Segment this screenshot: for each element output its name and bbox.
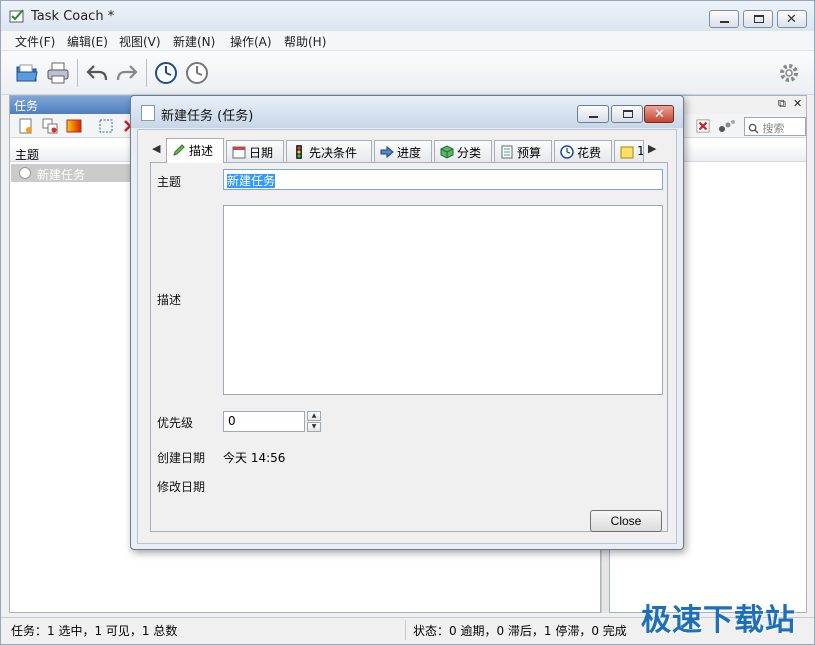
status-separator [405, 620, 406, 640]
menu-new[interactable]: 新建(N) [173, 33, 215, 50]
open-folder-icon[interactable] [15, 61, 39, 85]
settings-gear-icon[interactable] [777, 61, 801, 85]
priority-input[interactable]: 0 [223, 411, 305, 432]
budget-sheet-icon [501, 145, 513, 159]
new-subtask-icon[interactable] [42, 118, 58, 134]
subject-input[interactable]: 新建任务 [223, 169, 663, 190]
menubar: 文件(F) 编辑(E) 视图(V) 新建(N) 操作(A) 帮助(H) [1, 31, 814, 51]
column-header-subject[interactable]: 主题 [10, 144, 135, 162]
undo-icon[interactable] [85, 61, 109, 85]
dialog-title: 新建任务 (任务) [161, 109, 254, 124]
menu-view[interactable]: 视图(V) [119, 33, 161, 50]
minimize-button[interactable] [709, 10, 739, 28]
dialog-minimize-button[interactable] [577, 105, 609, 123]
calendar-icon [232, 146, 246, 159]
description-label: 描述 [157, 293, 182, 307]
toolbar-separator [77, 59, 78, 87]
print-icon[interactable] [46, 61, 70, 85]
float-panel-icon[interactable]: ⧉ [778, 97, 786, 111]
description-textarea[interactable] [223, 205, 663, 395]
task-row[interactable]: 新建任务 [11, 164, 133, 182]
tab-categories[interactable]: 分类 [434, 140, 492, 162]
subject-label: 主题 [157, 175, 182, 189]
description-tab-content: 主题 新建任务 描述 优先级 0 ▲ ▼ 创建日期 今天 14:56 修改日期 [150, 162, 668, 532]
dialog-maximize-button[interactable] [611, 105, 643, 123]
tab-strip: ◀ 描述 日期 先决条件 进度 分类 预算 花费 1 ▶ [150, 138, 670, 163]
category-box-icon [440, 145, 454, 159]
tab-effort[interactable]: 花费 [554, 140, 612, 162]
tab-description[interactable]: 描述 [166, 138, 224, 163]
subject-selected-text: 新建任务 [227, 174, 276, 188]
new-task-icon[interactable] [18, 118, 34, 134]
tab-dates[interactable]: 日期 [226, 140, 284, 162]
stop-tracking-clock-icon[interactable] [185, 61, 209, 85]
color-gradient-icon[interactable] [66, 118, 82, 134]
close-panel-icon[interactable]: ✕ [793, 97, 802, 110]
redo-icon[interactable] [115, 61, 139, 85]
task-coach-app-icon [9, 9, 24, 23]
modified-date-label: 修改日期 [157, 480, 206, 494]
tab-label: 分类 [457, 146, 482, 160]
tab-progress[interactable]: 进度 [374, 140, 432, 162]
tab-label: 先决条件 [309, 146, 358, 160]
task-document-icon [141, 105, 155, 121]
start-tracking-clock-icon[interactable] [154, 61, 178, 85]
tab-budget[interactable]: 预算 [494, 140, 552, 162]
dialog-body: ◀ 描述 日期 先决条件 进度 分类 预算 花费 1 ▶ 主题 新建任务 描述 … [137, 129, 677, 544]
tab-label: 进度 [397, 146, 422, 160]
task-row-title: 新建任务 [37, 168, 86, 182]
tab-scroll-right-icon[interactable]: ▶ [648, 142, 656, 155]
priority-label: 优先级 [157, 416, 194, 430]
delete-icon[interactable] [696, 119, 710, 133]
maximize-button[interactable] [743, 10, 773, 28]
status-task-counts: 任务：1 选中，1 可见，1 总数 [11, 624, 178, 638]
main-toolbar [1, 51, 814, 95]
close-button[interactable]: Close [590, 510, 662, 532]
maximize-icon [754, 15, 764, 23]
main-titlebar[interactable]: Task Coach * ✕ [1, 1, 814, 31]
tab-label: 预算 [517, 146, 542, 160]
pencil-icon [173, 144, 185, 156]
toolbar-separator [146, 59, 147, 87]
window-title: Task Coach * [31, 9, 115, 24]
tab-label: 日期 [249, 146, 274, 160]
tab-notes[interactable]: 1 [614, 140, 644, 162]
created-date-value: 今天 14:56 [223, 451, 286, 465]
maximize-icon [623, 110, 633, 118]
dialog-titlebar[interactable]: 新建任务 (任务) ✕ [131, 96, 683, 128]
search-input[interactable]: 搜索 [744, 117, 806, 136]
created-date-label: 创建日期 [157, 451, 206, 465]
menu-help[interactable]: 帮助(H) [284, 33, 326, 50]
new-task-dialog: 新建任务 (任务) ✕ ◀ 描述 日期 先决条件 进度 分类 预算 花费 1 ▶… [130, 95, 684, 550]
progress-arrow-icon [380, 145, 394, 159]
close-window-button[interactable]: ✕ [777, 10, 807, 28]
status-task-states: 状态：0 逾期，0 滞后，1 停滞，0 完成 [413, 624, 627, 638]
priority-spin-up-button[interactable]: ▲ [307, 411, 321, 421]
close-icon: ✕ [786, 12, 797, 27]
menu-edit[interactable]: 编辑(E) [67, 33, 108, 50]
menu-file[interactable]: 文件(F) [15, 33, 55, 50]
dialog-close-x-button[interactable]: ✕ [644, 105, 674, 123]
close-icon: ✕ [654, 107, 665, 122]
minimize-icon [720, 21, 729, 23]
menu-actions[interactable]: 操作(A) [230, 33, 272, 50]
select-all-icon[interactable] [98, 118, 114, 134]
tab-label: 描述 [189, 144, 214, 158]
task-status-icon [19, 167, 31, 179]
tab-label: 1 [637, 144, 644, 158]
note-icon [620, 146, 634, 159]
tab-scroll-left-icon[interactable]: ◀ [152, 142, 160, 155]
priority-spin-down-button[interactable]: ▼ [307, 422, 321, 432]
search-placeholder: 搜索 [762, 122, 785, 135]
clock-icon [560, 145, 574, 159]
minimize-icon [589, 116, 598, 118]
filter-icon[interactable] [718, 118, 736, 134]
search-icon [748, 123, 759, 134]
traffic-light-icon [296, 145, 302, 159]
tab-label: 花费 [577, 146, 602, 160]
tab-prerequisites[interactable]: 先决条件 [286, 140, 372, 162]
watermark-logo: 极速下载站 [641, 603, 796, 638]
